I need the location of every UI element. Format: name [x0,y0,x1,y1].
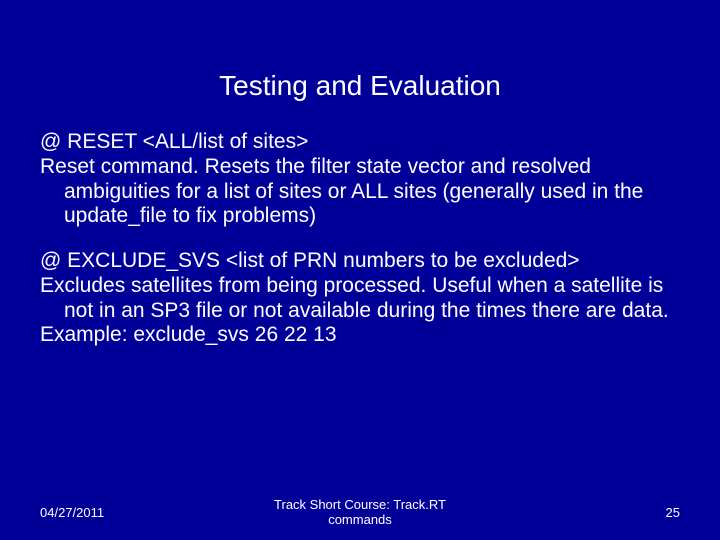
footer-title: Track Short Course: Track.RT commands [0,497,720,528]
command-example: Example: exclude_svs 26 22 13 [40,323,680,348]
footer-page: 25 [666,505,680,520]
block-reset: @ RESET <ALL/list of sites> Reset comman… [40,130,680,229]
block-exclude: @ EXCLUDE_SVS <list of PRN numbers to be… [40,249,680,348]
command-line: @ RESET <ALL/list of sites> [40,130,680,155]
slide-title: Testing and Evaluation [40,0,680,130]
slide-body: @ RESET <ALL/list of sites> Reset comman… [40,130,680,348]
command-desc: Reset command. Resets the filter state v… [40,155,680,229]
command-desc: Excludes satellites from being processed… [40,274,680,324]
slide: Testing and Evaluation @ RESET <ALL/list… [0,0,720,540]
command-line: @ EXCLUDE_SVS <list of PRN numbers to be… [40,249,680,274]
